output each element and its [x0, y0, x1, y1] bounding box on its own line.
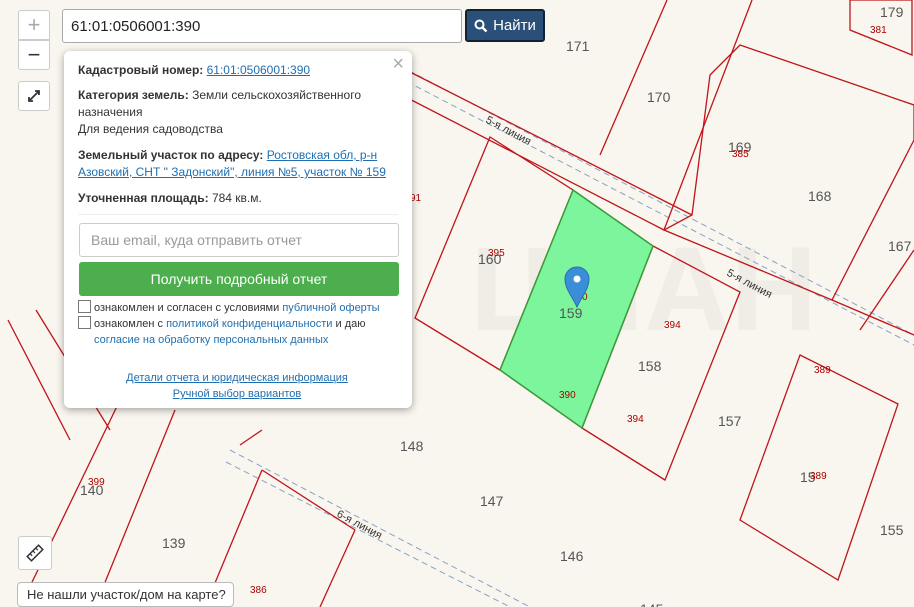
offer-checkbox[interactable]: [78, 300, 91, 313]
privacy-policy-link[interactable]: политикой конфиденциальности: [166, 318, 332, 330]
plot-code: 389: [814, 365, 831, 376]
plot-number: 148: [400, 438, 424, 454]
plot-code: 381: [870, 25, 887, 36]
privacy-checkbox[interactable]: [78, 316, 91, 329]
email-input[interactable]: Ваш email, куда отправить отчет: [79, 223, 399, 257]
plot-number: 145: [640, 601, 664, 607]
plot-info-popup: × Кадастровый номер: 61:01:0506001:390 К…: [64, 51, 412, 408]
ruler-icon: [26, 544, 44, 562]
category-label: Категория земель:: [78, 88, 189, 102]
search-icon: [474, 19, 488, 32]
privacy-mid-text: и даю: [335, 318, 366, 330]
not-found-button[interactable]: Не нашли участок/дом на карте?: [17, 582, 234, 607]
plot-number: 158: [638, 358, 662, 374]
plot-number: 139: [162, 535, 186, 551]
plot-number: 155: [880, 522, 904, 538]
find-button[interactable]: Найти: [465, 9, 545, 42]
cadastral-number-link[interactable]: 61:01:0506001:390: [207, 63, 310, 77]
area-label: Уточненная площадь:: [78, 191, 209, 205]
privacy-text: ознакомлен с: [94, 318, 164, 330]
measure-button[interactable]: [18, 536, 52, 570]
find-button-label: Найти: [493, 17, 536, 34]
plot-number: 167: [888, 238, 912, 254]
plot-code: 395: [488, 248, 505, 259]
plot-number: 179: [880, 4, 904, 20]
divider: [78, 214, 398, 215]
plot-number: 159: [559, 305, 583, 321]
get-report-button[interactable]: Получить подробный отчет: [79, 262, 399, 296]
expand-icon: [28, 90, 40, 102]
plot-number: 168: [808, 188, 832, 204]
zoom-out-button[interactable]: −: [18, 40, 50, 70]
zoom-in-button[interactable]: +: [18, 10, 50, 40]
plot-code: 386: [250, 585, 267, 596]
address-label: Земельный участок по адресу:: [78, 148, 264, 162]
plot-code: 399: [88, 477, 105, 488]
plot-number: 157: [718, 413, 742, 429]
public-offer-link[interactable]: публичной оферты: [282, 302, 379, 314]
plot-number: 171: [566, 38, 590, 54]
cadastral-search-input[interactable]: [62, 9, 462, 43]
plot-code: 385: [732, 149, 749, 160]
plot-code: 394: [664, 320, 681, 331]
plot-number: 147: [480, 493, 504, 509]
plot-code: 394: [627, 414, 644, 425]
personal-data-consent-link[interactable]: согласие на обработку персональных данны…: [94, 334, 328, 346]
cadastral-label: Кадастровый номер:: [78, 63, 204, 77]
fullscreen-button[interactable]: [18, 81, 50, 111]
manual-selection-link[interactable]: Ручной выбор вариантов: [173, 388, 301, 400]
usage-value: Для ведения садоводства: [78, 122, 223, 136]
plot-code: 389: [810, 471, 827, 482]
plot-number: 146: [560, 548, 584, 564]
plot-number: 170: [647, 89, 671, 105]
plot-code: 390: [559, 390, 576, 401]
offer-text: ознакомлен и согласен с условиями: [94, 302, 280, 314]
report-details-link[interactable]: Детали отчета и юридическая информация: [126, 372, 348, 384]
area-value: 784 кв.м.: [211, 191, 262, 205]
